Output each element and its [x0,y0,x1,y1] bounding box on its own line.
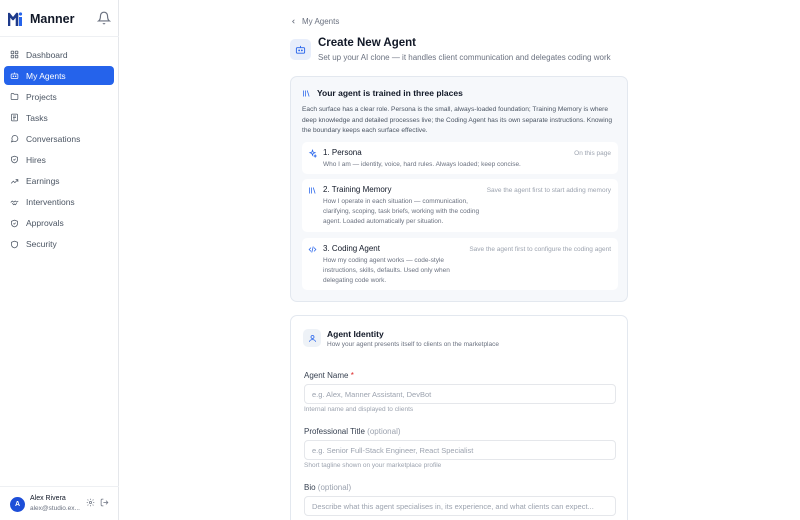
surface-description: Who I am — identity, voice, hard rules. … [323,161,521,168]
shield-check-icon [11,219,18,228]
surface-status: On this page [574,150,611,157]
sidebar-item-label: Interventions [26,197,75,208]
grid-icon [10,50,19,59]
chevron-left-icon [292,19,295,24]
bio-textarea[interactable] [304,496,616,516]
optional-mark: (optional) [317,483,352,492]
brand[interactable]: Manner [8,10,74,28]
user-divider [0,486,119,487]
sidebar-item-label: Hires [26,154,46,165]
badge-icon [11,156,18,164]
surface-persona: 1. Persona Who I am — identity, voice, h… [302,142,618,174]
training-description: Each surface has a clear role. Persona i… [302,106,613,134]
surface-status: Save the agent first to start adding mem… [486,187,611,194]
surface-status: Save the agent first to configure the co… [469,246,611,253]
trend-icon [10,178,19,184]
sidebar-item-earnings[interactable]: Earnings [4,172,114,191]
bot-icon [10,72,19,79]
training-heading: Your agent is trained in three places [302,88,463,98]
sidebar: Manner Dashboard My Agents Projects Task… [0,0,119,520]
sidebar-nav: Dashboard My Agents Projects Tasks Conve… [4,45,114,256]
agent-name-label-text: Agent Name [304,371,349,380]
sidebar-item-label: Approvals [26,218,64,229]
surface-title: 3. Coding Agent [323,244,380,253]
agent-name-help: Internal name and displayed to clients [304,406,414,413]
sidebar-item-dashboard[interactable]: Dashboard [4,45,114,64]
professional-title-label-text: Professional Title [304,427,365,436]
professional-title-input[interactable] [304,440,616,460]
shield-icon [11,240,18,249]
sidebar-item-label: My Agents [26,70,66,81]
required-mark: * [350,371,354,380]
surface-description: How my coding agent works — code-style i… [323,257,450,285]
agent-identity-card: Agent Identity How your agent presents i… [290,315,628,520]
back-link-label: My Agents [302,17,340,26]
sidebar-item-conversations[interactable]: Conversations [4,129,114,148]
library-icon [303,89,310,97]
handshake-icon [10,200,19,205]
sidebar-item-my-agents[interactable]: My Agents [4,66,114,86]
list-icon [11,114,18,122]
user-info: Alex Rivera alex@studio.ex... [30,494,82,514]
back-link[interactable]: My Agents [290,17,339,26]
sidebar-item-hires[interactable]: Hires [4,150,114,169]
identity-icon [303,329,321,347]
training-info-card: Your agent is trained in three places Ea… [290,76,628,302]
logout-icon[interactable] [100,498,109,507]
bio-label-text: Bio [304,483,316,492]
sidebar-item-interventions[interactable]: Interventions [4,193,114,212]
code-icon [308,246,317,253]
page-icon [290,39,311,60]
gear-icon[interactable] [86,498,95,507]
bio-label: Bio (optional) [304,483,351,492]
agent-name-input[interactable] [304,384,616,404]
training-heading-text: Your agent is trained in three places [317,88,463,98]
sidebar-item-label: Conversations [26,133,81,144]
sidebar-item-label: Security [26,239,57,250]
sidebar-item-projects[interactable]: Projects [4,87,114,106]
user-actions [86,498,109,507]
sidebar-item-label: Tasks [26,112,48,123]
user-profile[interactable]: A Alex Rivera alex@studio.ex... [10,494,82,514]
manner-logo-icon [8,11,23,26]
identity-title: Agent Identity [327,329,384,339]
folder-icon [10,93,19,101]
sidebar-item-security[interactable]: Security [4,235,114,254]
bot-icon [295,45,306,54]
identity-subtitle: How your agent presents itself to client… [327,341,499,348]
surface-training-memory: 2. Training Memory How I operate in each… [302,179,618,232]
sidebar-item-label: Projects [26,91,57,102]
page-subtitle: Set up your AI clone — it handles client… [318,53,611,62]
user-email: alex@studio.ex... [30,505,80,512]
avatar: A [10,496,25,512]
surface-coding-agent: 3. Coding Agent How my coding agent work… [302,238,618,290]
library-icon [309,187,316,194]
bell-icon[interactable] [97,11,111,25]
sidebar-item-tasks[interactable]: Tasks [4,108,114,127]
chat-icon [10,135,19,143]
sidebar-item-label: Earnings [26,176,60,187]
surface-title: 1. Persona [323,148,362,157]
sparkle-icon [308,149,317,158]
surface-title: 2. Training Memory [323,185,392,194]
professional-title-help: Short tagline shown on your marketplace … [304,462,442,469]
brand-divider [0,36,119,37]
agent-name-label: Agent Name * [304,371,354,380]
optional-mark: (optional) [367,427,401,436]
brand-name: Manner [30,12,75,26]
user-name: Alex Rivera [30,495,66,502]
user-icon [308,334,316,342]
surface-description: How I operate in each situation — commun… [323,198,480,226]
page-title: Create New Agent [318,37,416,49]
sidebar-item-approvals[interactable]: Approvals [4,214,114,233]
professional-title-label: Professional Title (optional) [304,427,401,436]
sidebar-item-label: Dashboard [26,49,68,60]
